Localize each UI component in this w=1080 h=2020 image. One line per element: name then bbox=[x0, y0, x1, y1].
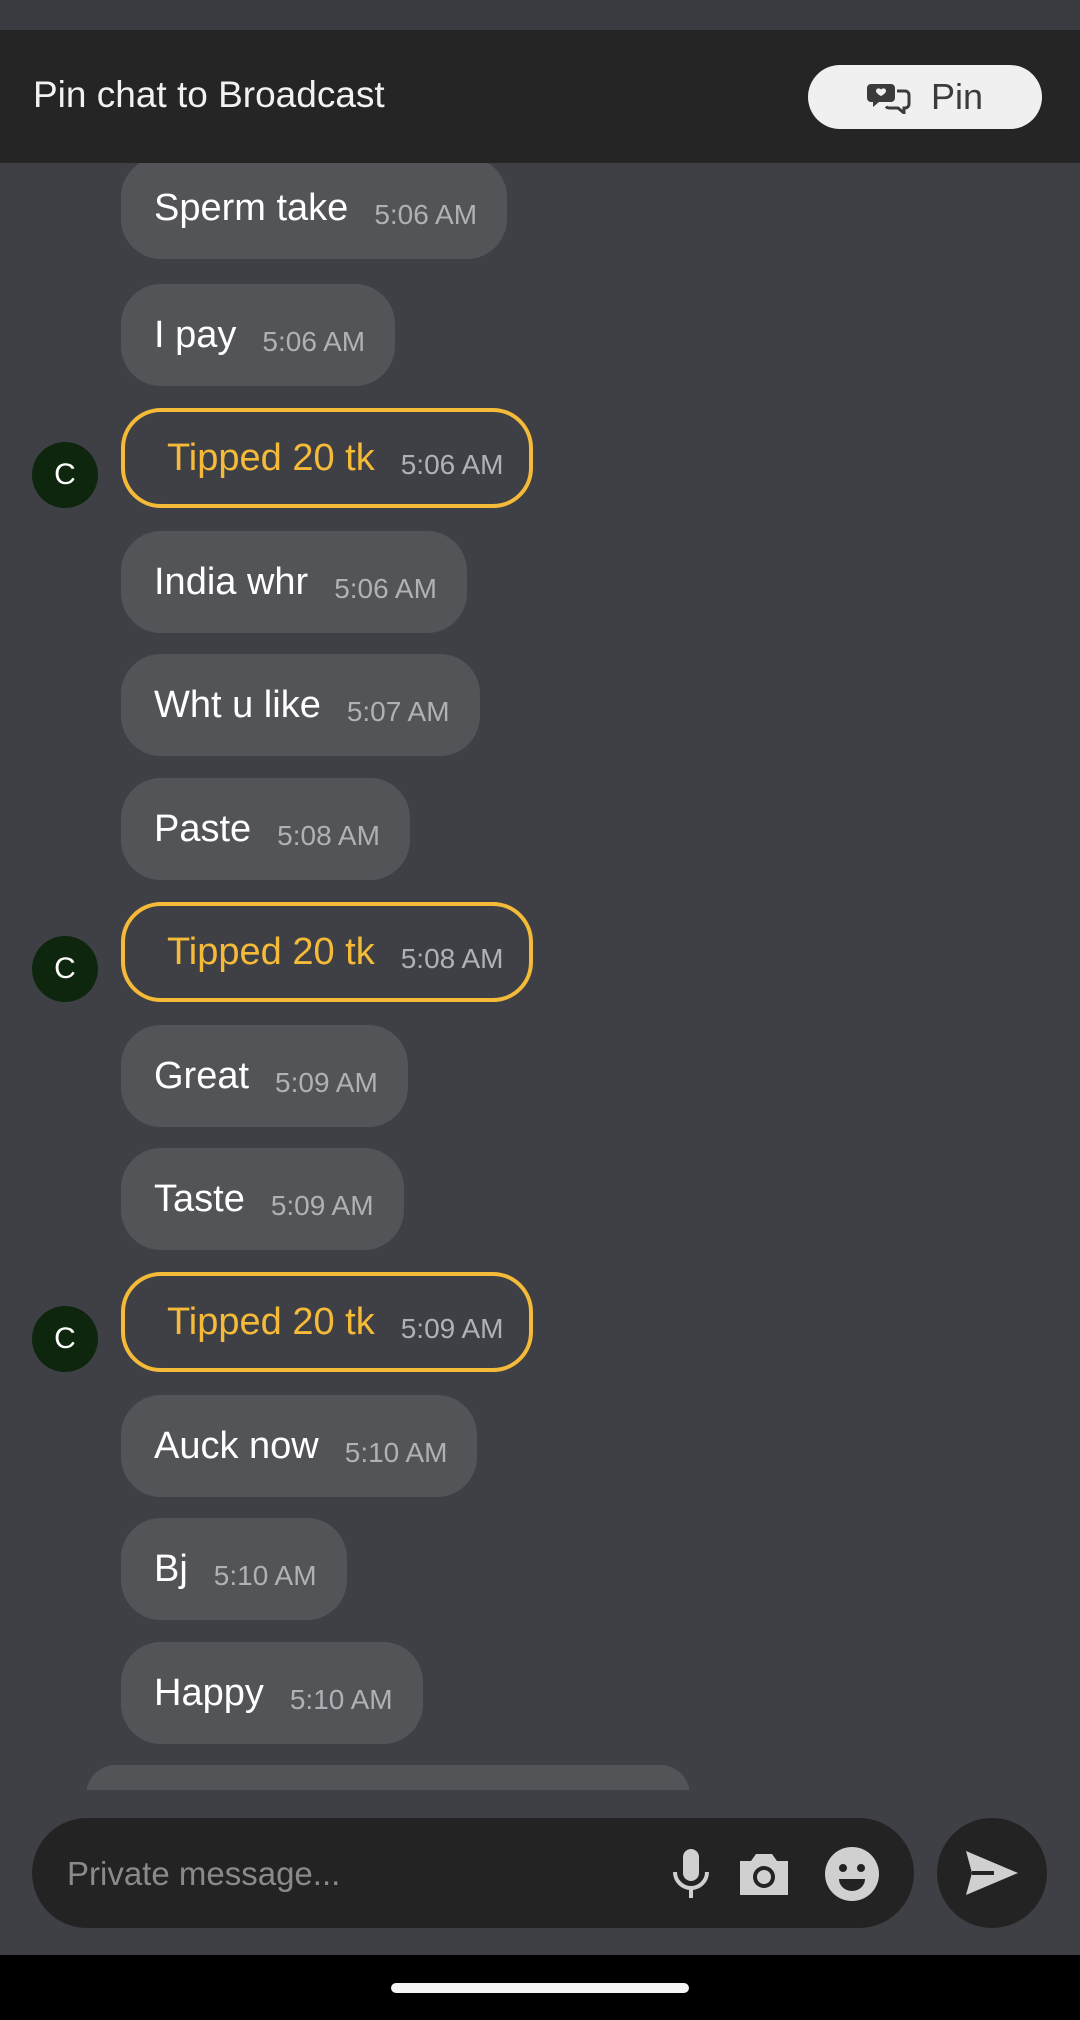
message-time: 5:09 AM bbox=[275, 1067, 378, 1098]
send-button[interactable] bbox=[937, 1818, 1047, 1928]
chat-pin-icon bbox=[866, 84, 911, 114]
message-text: Happy bbox=[154, 1671, 264, 1714]
chat-message[interactable]: Happy 5:10 AM bbox=[121, 1642, 423, 1744]
pin-chat-header: Pin chat to Broadcast Pin bbox=[0, 30, 1080, 163]
emoji-icon bbox=[825, 1847, 879, 1901]
home-indicator[interactable] bbox=[391, 1983, 689, 1993]
send-icon bbox=[966, 1851, 1018, 1895]
camera-icon bbox=[740, 1854, 788, 1895]
message-text: India whr bbox=[154, 560, 309, 603]
tip-message[interactable]: Tipped 20 tk 5:06 AM bbox=[121, 408, 534, 508]
chat-message-list[interactable]: Sperm take 5:06 AM I pay 5:06 AM C Tippe… bbox=[0, 163, 1080, 1790]
chat-message-partial[interactable] bbox=[86, 1765, 690, 1790]
chat-message[interactable]: Wht u like 5:07 AM bbox=[121, 654, 480, 756]
chat-message[interactable]: Auck now 5:10 AM bbox=[121, 1395, 478, 1497]
tip-message[interactable]: Tipped 20 tk 5:09 AM bbox=[121, 1272, 534, 1372]
avatar[interactable]: C bbox=[32, 1306, 98, 1372]
message-composer bbox=[32, 1818, 914, 1928]
chat-message[interactable]: Taste 5:09 AM bbox=[121, 1148, 404, 1250]
message-time: 5:10 AM bbox=[213, 1560, 317, 1591]
tip-message[interactable]: Tipped 20 tk 5:08 AM bbox=[121, 902, 534, 1002]
status-bar-strip bbox=[0, 0, 1080, 30]
message-text: Sperm take bbox=[154, 186, 349, 229]
message-text: Auck now bbox=[154, 1424, 319, 1467]
message-time: 5:08 AM bbox=[400, 943, 504, 974]
message-time: 5:06 AM bbox=[334, 573, 437, 604]
chat-message[interactable]: Sperm take 5:06 AM bbox=[121, 163, 508, 259]
microphone-icon bbox=[673, 1849, 709, 1898]
pin-button-label: Pin bbox=[930, 76, 984, 117]
page-title: Pin chat to Broadcast bbox=[33, 74, 385, 115]
message-time: 5:06 AM bbox=[262, 326, 366, 357]
message-time: 5:10 AM bbox=[289, 1684, 393, 1715]
tip-text: Tipped 20 tk bbox=[167, 930, 375, 973]
message-time: 5:07 AM bbox=[346, 696, 450, 727]
avatar[interactable]: C bbox=[32, 442, 98, 508]
message-time: 5:08 AM bbox=[277, 820, 380, 851]
message-time: 5:09 AM bbox=[270, 1190, 374, 1221]
chat-message[interactable]: India whr 5:06 AM bbox=[121, 531, 467, 633]
tip-text: Tipped 20 tk bbox=[167, 1300, 375, 1343]
avatar[interactable]: C bbox=[32, 936, 98, 1002]
chat-message[interactable]: Paste 5:08 AM bbox=[121, 778, 410, 880]
message-time: 5:09 AM bbox=[400, 1313, 504, 1344]
message-text: Bj bbox=[154, 1547, 188, 1590]
chat-message[interactable]: I pay 5:06 AM bbox=[121, 284, 396, 386]
microphone-button[interactable] bbox=[662, 1845, 720, 1903]
chat-message[interactable]: Bj 5:10 AM bbox=[121, 1518, 347, 1620]
pin-button[interactable]: Pin bbox=[808, 65, 1042, 129]
message-text: I pay bbox=[154, 313, 237, 356]
message-text: Wht u like bbox=[154, 683, 321, 726]
system-nav-bar bbox=[0, 1955, 1080, 2020]
chat-message[interactable]: Great 5:09 AM bbox=[121, 1025, 408, 1127]
message-time: 5:06 AM bbox=[374, 199, 478, 230]
emoji-button[interactable] bbox=[823, 1845, 881, 1903]
message-time: 5:06 AM bbox=[400, 449, 504, 480]
message-text: Great bbox=[154, 1054, 250, 1097]
message-text: Paste bbox=[154, 807, 252, 850]
message-time: 5:10 AM bbox=[344, 1437, 448, 1468]
camera-button[interactable] bbox=[735, 1845, 793, 1903]
tip-text: Tipped 20 tk bbox=[167, 436, 375, 479]
message-text: Taste bbox=[154, 1177, 245, 1220]
private-message-input[interactable] bbox=[65, 1843, 649, 1905]
